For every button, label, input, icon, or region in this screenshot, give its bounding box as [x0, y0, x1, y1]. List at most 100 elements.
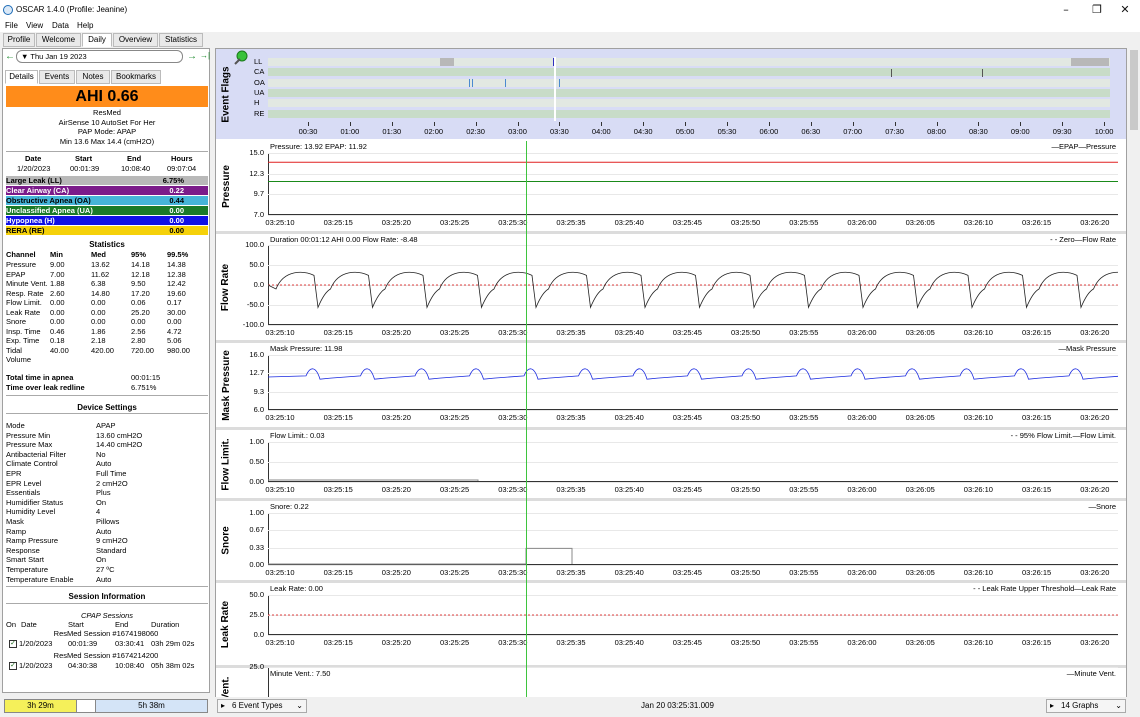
tick-mark: [643, 122, 645, 126]
event-types-dropdown[interactable]: 6 Event Types ▸ ⌄: [217, 699, 307, 713]
machine-model: AirSense 10 AutoSet For Her: [58, 117, 156, 127]
event-flag-time-label: 09:00: [1010, 127, 1030, 136]
x-tick-label: 03:25:35: [556, 328, 586, 337]
menu-view[interactable]: View: [26, 21, 43, 30]
event-index-value: 0.00: [169, 206, 184, 215]
session-segment-1[interactable]: 3h 29m: [5, 700, 77, 712]
maximize-button[interactable]: ❐: [1082, 0, 1112, 20]
graph-area[interactable]: Event Flags LL CA OA UA H RE 00:30 01:00 01:30 0…: [215, 48, 1127, 698]
event-index-label: Unclassified Apnea (UA): [6, 206, 93, 215]
prev-day-arrow[interactable]: ←: [5, 51, 15, 62]
stats-cell: 1.86: [91, 326, 106, 336]
stats-cell: 0.00: [167, 317, 182, 326]
scrollbar-thumb[interactable]: [1130, 50, 1138, 130]
x-tick-label: 03:25:10: [265, 413, 295, 422]
graph-title-text: Leak Rate: [220, 600, 232, 648]
tick-mark: [978, 122, 980, 126]
device-setting-row: Temperature Enable Auto: [5, 575, 207, 585]
tab-bookmarks[interactable]: Bookmarks: [111, 70, 161, 84]
device-setting-row: Ramp Pressure 9 cmH2O: [5, 536, 207, 546]
large-leak-mark: [1071, 58, 1109, 66]
x-tick-label: 03:25:10: [265, 218, 295, 227]
device-setting-value: On: [96, 555, 107, 565]
tab-events[interactable]: Events: [39, 70, 75, 84]
stats-cell: 720.00: [131, 345, 154, 355]
device-setting-row: Mode APAP: [5, 421, 207, 431]
stats-cell: Insp. Time: [6, 326, 41, 336]
next-day-arrow[interactable]: →: [187, 51, 197, 62]
pin-icon[interactable]: [232, 50, 248, 66]
x-tick-label: 03:25:35: [556, 485, 586, 494]
x-tick-label: 03:26:15: [1021, 568, 1052, 577]
tick-mark: [517, 122, 519, 126]
tab-welcome[interactable]: Welcome: [36, 33, 81, 47]
x-tick-label: 03:26:20: [1080, 485, 1110, 494]
stats-cell: 0.00: [131, 317, 146, 326]
event-index-row[interactable]: Unclassified Apnea (UA) 0.00: [6, 206, 208, 215]
graphs-dropdown[interactable]: 14 Graphs ▸ ⌄: [1046, 699, 1126, 713]
device-setting-value: 9 cmH2O: [96, 536, 128, 546]
event-index-row[interactable]: Obstructive Apnea (OA) 0.44: [6, 196, 208, 205]
date-value: Thu Jan 19 2023: [30, 52, 87, 61]
stats-row: Tidal 40.00 420.00 720.00 980.00: [5, 346, 207, 356]
device-setting-row: Antibacterial Filter No: [5, 450, 207, 460]
event-index-row[interactable]: Large Leak (LL) 6.75%: [6, 176, 208, 185]
tab-daily[interactable]: Daily: [82, 33, 112, 47]
graph-info: Mask Pressure: 11.98: [270, 344, 343, 353]
flow-limit-trace: [268, 479, 479, 481]
session-dur: 05h 38m 02s: [151, 661, 195, 670]
tick-mark: [894, 122, 896, 126]
tick-mark: [601, 122, 603, 126]
x-tick-label: 03:25:55: [789, 568, 819, 577]
graph-title: Flow Rate: [216, 234, 236, 340]
tab-notes[interactable]: Notes: [76, 70, 110, 84]
graph-legend: - - Leak Rate Upper Threshold—Leak Rate: [973, 584, 1116, 593]
session-segment-2[interactable]: 5h 38m: [95, 700, 207, 712]
device-setting-row: Essentials Plus: [5, 488, 207, 498]
graph-legend: —Mask Pressure: [1058, 344, 1116, 353]
tab-profile[interactable]: Profile: [3, 33, 35, 47]
event-flag-lane: [268, 88, 1110, 97]
session-date: 1/20/2023: [19, 661, 53, 670]
detail-subtabs: Details Events Notes Bookmarks: [3, 70, 209, 84]
y-tick-label: 0.50: [249, 457, 264, 466]
stats-cell: 0.00: [50, 298, 65, 307]
y-tick-label: 6.0: [253, 405, 264, 414]
x-tick-label: 03:25:15: [323, 218, 353, 227]
device-setting-label: Essentials: [6, 488, 41, 498]
tab-overview[interactable]: Overview: [113, 33, 158, 47]
device-setting-value: Full Time: [96, 469, 127, 478]
x-tick-label: 03:26:00: [847, 413, 877, 422]
graph-separator: [216, 580, 1126, 583]
menu-help[interactable]: Help: [77, 21, 93, 30]
menu-file[interactable]: File: [5, 21, 18, 30]
session-timeline[interactable]: 3h 29m 5h 38m: [4, 699, 208, 713]
event-index-row[interactable]: Hypopnea (H) 0.00: [6, 216, 208, 225]
event-flag-time-label: 01:30: [382, 127, 402, 136]
x-tick-label: 03:26:05: [905, 218, 935, 227]
device-settings-title: Device Settings: [77, 403, 137, 412]
event-index-row[interactable]: Clear Airway (CA) 0.22: [6, 186, 208, 195]
graph-separator: [216, 498, 1126, 501]
x-tick-label: 03:25:20: [381, 485, 411, 494]
last-day-button[interactable]: →|: [200, 51, 210, 60]
graph-scrollbar[interactable]: [1128, 48, 1140, 698]
stats-cell: 13.62: [91, 260, 110, 269]
menu-data[interactable]: Data: [52, 21, 69, 30]
session-row[interactable]: ✓ 1/20/2023 04:30:38 10:08:40 05h 38m 02s: [5, 661, 207, 671]
minimize-button[interactable]: –: [1051, 0, 1081, 20]
y-tick-label: 12.7: [249, 368, 264, 378]
close-button[interactable]: ✕: [1110, 0, 1140, 20]
tab-details[interactable]: Details: [5, 70, 38, 84]
device-setting-row: Response Standard: [5, 546, 207, 556]
event-index-label: RERA (RE): [6, 226, 45, 235]
x-tick-label: 03:25:30: [498, 328, 528, 337]
tab-statistics[interactable]: Statistics: [159, 33, 203, 47]
event-index-row[interactable]: RERA (RE) 0.00: [6, 226, 208, 235]
x-tick-label: 03:26:00: [847, 568, 877, 577]
date-picker[interactable]: ▼ Thu Jan 19 2023: [16, 50, 183, 63]
session-row[interactable]: ✓ 1/20/2023 00:01:39 03:30:41 03h 29m 02s: [5, 639, 207, 649]
pap-mode: PAP Mode: APAP: [77, 127, 137, 137]
session-checkbox[interactable]: ✓: [9, 640, 17, 648]
session-checkbox[interactable]: ✓: [9, 662, 17, 670]
